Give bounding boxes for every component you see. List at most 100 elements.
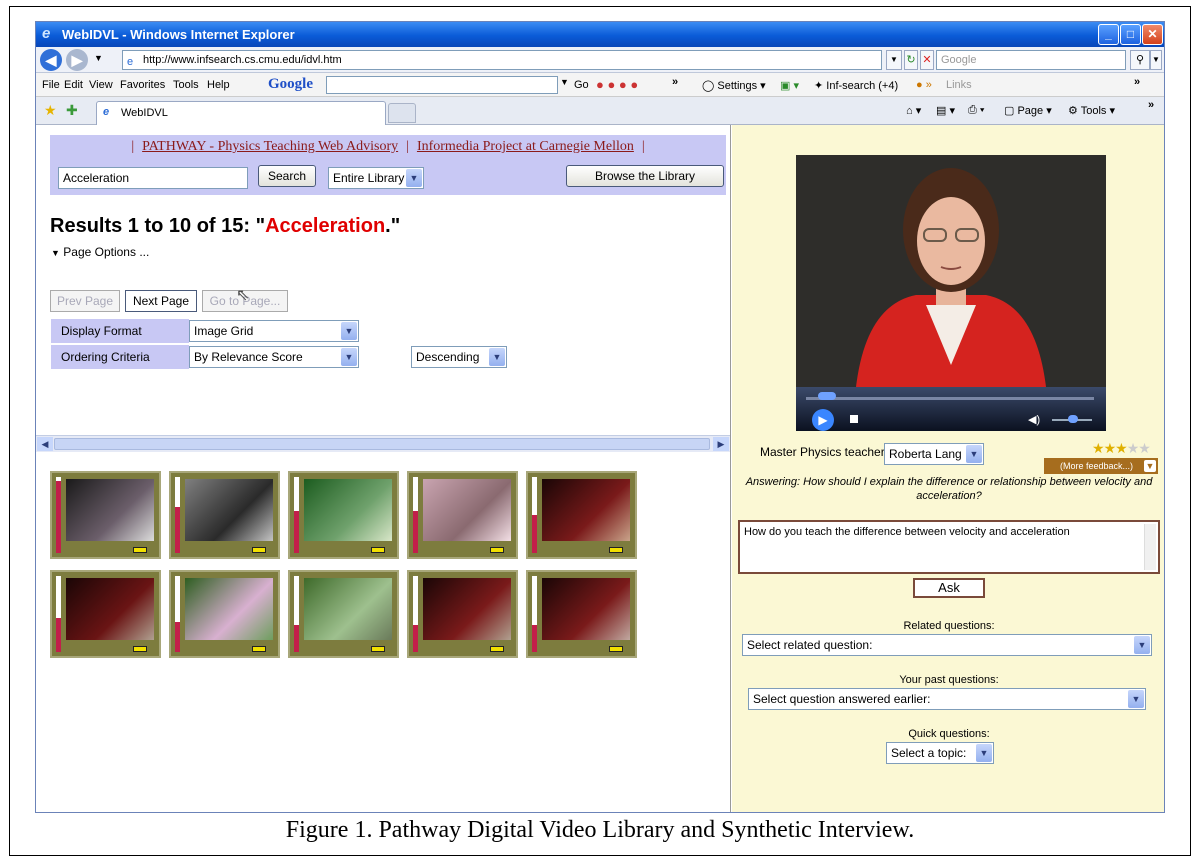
menu-bar: File Edit View Favorites Tools Help Goog…: [36, 73, 1164, 97]
seek-knob[interactable]: [818, 392, 836, 400]
next-page-button[interactable]: Next Page: [125, 290, 197, 312]
search-icon[interactable]: ⚲: [1130, 50, 1150, 70]
teacher-select[interactable]: Roberta Lang ▼: [884, 443, 984, 465]
past-questions-select[interactable]: Select question answered earlier: ▼: [748, 688, 1146, 710]
scrollbar-thumb[interactable]: [54, 438, 710, 450]
video-thumbnail[interactable]: [50, 570, 161, 658]
toolbar-more-icon[interactable]: »: [672, 76, 678, 88]
page-options-toggle[interactable]: ▼ Page Options ...: [51, 245, 149, 259]
menu-edit[interactable]: Edit: [64, 79, 83, 91]
address-input[interactable]: e http://www.infsearch.cs.cmu.edu/idvl.h…: [122, 50, 882, 70]
relevance-bar: [294, 576, 299, 652]
google-dropdown-icon[interactable]: ▼: [560, 77, 569, 87]
teacher-value: Roberta Lang: [889, 447, 962, 461]
stop-button-icon[interactable]: [850, 415, 858, 423]
teacher-row: Master Physics teacher:: [760, 445, 888, 459]
menu-favorites[interactable]: Favorites: [120, 79, 165, 91]
ask-button[interactable]: Ask: [913, 578, 985, 598]
tab-ie-icon: e: [103, 106, 110, 118]
stop-icon[interactable]: ✕: [920, 50, 934, 70]
video-frame[interactable]: [796, 155, 1106, 387]
page-menu[interactable]: ▢ Page ▾: [1004, 104, 1052, 117]
toolbar-icons[interactable]: ● ● ● ●: [596, 77, 638, 92]
address-dropdown-button[interactable]: ▼: [886, 50, 902, 70]
google-toolbar-input[interactable]: [326, 76, 558, 94]
tools-menu[interactable]: ⚙ Tools ▾: [1068, 104, 1115, 117]
maximize-button[interactable]: □: [1120, 24, 1141, 45]
volume-knob[interactable]: [1068, 415, 1078, 423]
query-input[interactable]: Acceleration: [58, 167, 248, 189]
prev-page-button[interactable]: Prev Page: [50, 290, 120, 312]
green-icon[interactable]: ▣ ▾: [780, 79, 799, 92]
settings-menu[interactable]: ◯ Settings ▾: [702, 79, 766, 92]
video-thumbnail[interactable]: [407, 570, 518, 658]
informedia-link[interactable]: Informedia Project at Carnegie Mellon: [417, 139, 634, 154]
history-dropdown-icon[interactable]: ▼: [94, 53, 103, 63]
video-thumbnail[interactable]: [407, 471, 518, 559]
video-thumbnail[interactable]: [288, 570, 399, 658]
video-thumbnail[interactable]: [288, 471, 399, 559]
pathway-link[interactable]: PATHWAY - Physics Teaching Web Advisory: [142, 139, 398, 154]
back-button[interactable]: ◀: [40, 49, 62, 71]
browse-library-button[interactable]: Browse the Library: [566, 165, 724, 187]
scroll-right-icon[interactable]: ▶: [713, 437, 729, 451]
star-empty-icon[interactable]: ★: [1127, 440, 1140, 456]
scope-select[interactable]: Entire Library ▼: [328, 167, 424, 189]
links-label[interactable]: Links: [946, 79, 972, 91]
search-options-icon[interactable]: ▼: [1150, 50, 1162, 70]
thumbnail-image: [423, 578, 511, 640]
video-thumbnail[interactable]: [169, 471, 280, 559]
close-button[interactable]: ✕: [1142, 24, 1163, 45]
volume-icon[interactable]: ◀): [1028, 413, 1040, 426]
add-favorites-icon[interactable]: ✚: [66, 102, 78, 119]
order-direction-value: Descending: [416, 350, 480, 364]
chevron-down-icon: ▼: [966, 445, 982, 463]
video-thumbnail[interactable]: [526, 471, 637, 559]
star-filled-icon[interactable]: ★: [1092, 440, 1105, 456]
more-feedback-button[interactable]: (More feedback...) ▼: [1044, 458, 1158, 474]
menu-view[interactable]: View: [89, 79, 113, 91]
scroll-left-icon[interactable]: ◀: [37, 437, 53, 451]
related-questions-select[interactable]: Select related question: ▼: [742, 634, 1152, 656]
quick-questions-label: Quick questions:: [908, 728, 990, 740]
search-input[interactable]: Google: [936, 50, 1126, 70]
seek-track[interactable]: [806, 397, 1094, 400]
print-icon[interactable]: ⎙ ▾: [968, 104, 984, 117]
favorites-star-icon[interactable]: ★: [44, 102, 57, 119]
star-empty-icon[interactable]: ★: [1138, 440, 1151, 456]
menu-file[interactable]: File: [42, 79, 60, 91]
ordering-criteria-select[interactable]: By Relevance Score ▼: [189, 346, 359, 368]
horizontal-scrollbar[interactable]: ◀ ▶: [36, 435, 730, 452]
star-filled-icon[interactable]: ★: [1104, 440, 1117, 456]
browser-window: e WebIDVL - Windows Internet Explorer _ …: [35, 21, 1165, 813]
quick-questions-select[interactable]: Select a topic: ▼: [886, 742, 994, 764]
tabbar-more-icon[interactable]: »: [1148, 99, 1154, 111]
menu-tools[interactable]: Tools: [173, 79, 199, 91]
feeds-icon[interactable]: ▤ ▾: [936, 104, 955, 117]
video-controls: ▶ ◀): [796, 387, 1106, 431]
play-icon[interactable]: ▶: [812, 409, 834, 431]
google-go-button[interactable]: Go: [574, 79, 589, 91]
textarea-scrollbar[interactable]: [1144, 524, 1156, 570]
rating-stars[interactable]: ★★★★★: [1092, 440, 1151, 457]
refresh-icon[interactable]: ↻: [904, 50, 918, 70]
addon-icon[interactable]: ● »: [916, 79, 932, 91]
chevron-down-icon: ▼: [406, 169, 422, 187]
ordering-criteria-label: Ordering Criteria: [51, 345, 189, 369]
home-icon[interactable]: ⌂ ▾: [906, 104, 921, 117]
video-thumbnail[interactable]: [526, 570, 637, 658]
menu-help[interactable]: Help: [207, 79, 230, 91]
tab-webidvl[interactable]: e WebIDVL: [96, 101, 386, 125]
forward-button[interactable]: ▶: [66, 49, 88, 71]
menubar-more-icon[interactable]: »: [1134, 76, 1140, 88]
video-thumbnail[interactable]: [169, 570, 280, 658]
infsearch-button[interactable]: ✦ Inf-search (+4): [814, 79, 898, 92]
question-textarea[interactable]: How do you teach the difference between …: [738, 520, 1160, 574]
minimize-button[interactable]: _: [1098, 24, 1119, 45]
new-tab-button[interactable]: [388, 103, 416, 123]
display-format-select[interactable]: Image Grid ▼: [189, 320, 359, 342]
video-thumbnail[interactable]: [50, 471, 161, 559]
order-direction-select[interactable]: Descending ▼: [411, 346, 507, 368]
search-button[interactable]: Search: [258, 165, 316, 187]
star-filled-icon[interactable]: ★: [1115, 440, 1128, 456]
